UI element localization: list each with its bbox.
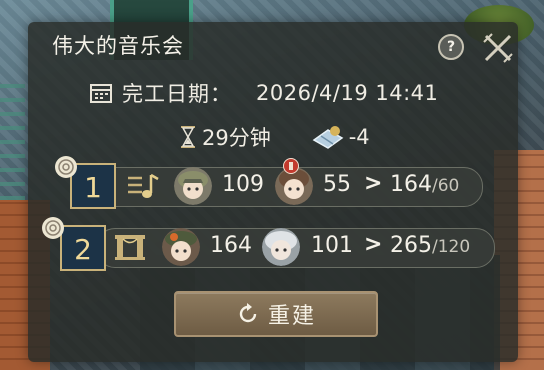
alert-badge-icon [283,158,299,174]
rose-icon [42,217,64,239]
target-value-2: /120 [432,237,471,257]
character-avatar-1 [174,167,212,205]
character-avatar-3 [162,228,200,266]
rank-badge-2: 2 [60,225,106,271]
total-score-2: 265/120 [390,233,470,258]
close-icon[interactable] [478,28,518,68]
char1-value-1: 109 [222,172,264,197]
cost-value: -4 [348,125,370,149]
duration-cost-row: 29分钟 -4 [180,122,370,152]
total-value-1: 164 [390,172,432,197]
character-avatar-4 [262,228,300,266]
rebuild-label: 重建 [267,304,316,329]
rose-icon [55,156,77,178]
completion-value: 2026/4/19 14:41 [256,81,439,105]
target-value-1: /60 [432,176,460,196]
balcony-rail [0,80,25,200]
completion-date-row: 完工日期： 2026/4/19 14:41 [90,79,438,107]
arrow-icon: > [364,171,383,196]
duration-value: 29分钟 [202,126,271,150]
completion-label: 完工日期： [122,82,232,106]
char1-value-2: 164 [210,233,252,258]
total-score-1: 164/60 [390,172,459,197]
blueprint-cost-icon [312,126,344,149]
help-button[interactable]: ? [438,34,464,60]
rebuild-button[interactable]: 重建 [174,291,378,337]
stage-icon [115,235,145,260]
music-note-icon [128,173,159,198]
refresh-icon [239,303,257,323]
hourglass-icon [181,126,195,148]
total-value-2: 265 [390,233,432,258]
char2-value-2: 101 [311,233,353,258]
calendar-icon [90,84,112,103]
char2-value-1: 55 [323,172,351,197]
dialog-title: 伟大的音乐会 [52,34,184,58]
arrow-icon: > [364,232,383,257]
